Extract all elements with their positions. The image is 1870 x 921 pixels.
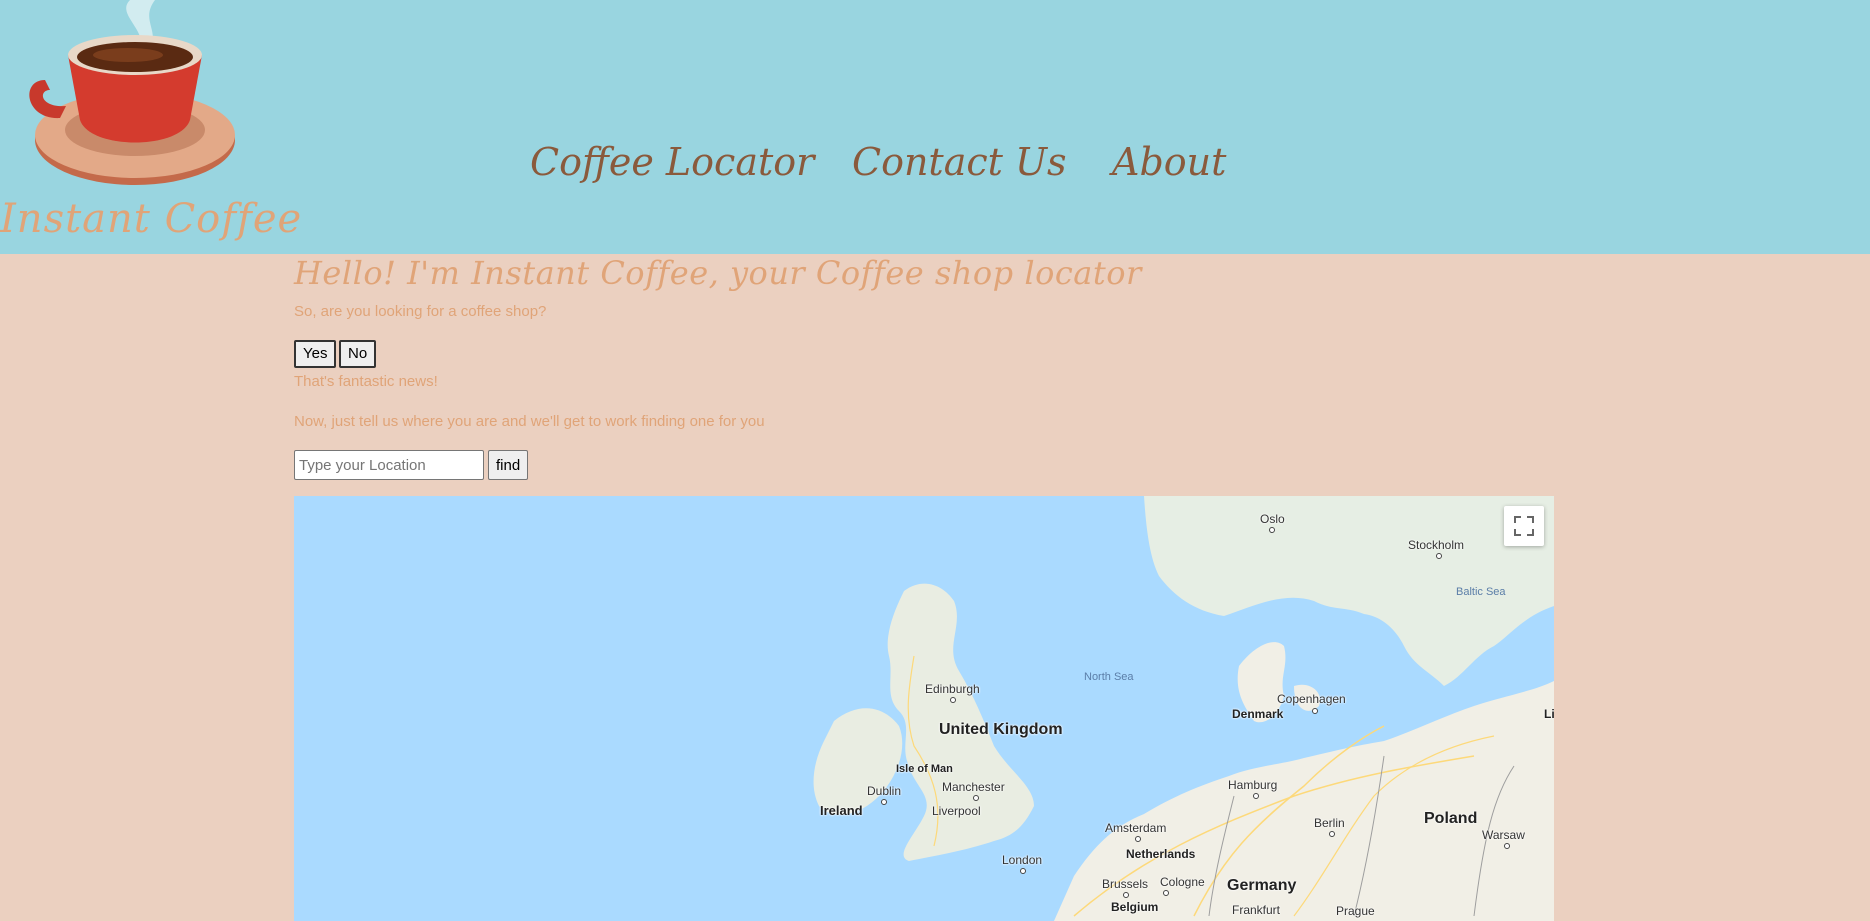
brand-name: Instant Coffee [0,196,303,242]
map-city-marker [950,697,956,703]
no-button[interactable]: No [339,340,377,368]
instruction-text: Now, just tell us where you are and we'l… [294,413,765,430]
map-city-label: Oslo [1260,512,1285,526]
map-city-label: Cologne [1160,875,1205,889]
map-view[interactable]: North Sea Baltic Sea United Kingdom Irel… [294,496,1554,921]
map-city-label: Hamburg [1228,778,1278,792]
map-city-marker [1312,708,1318,714]
map-city-marker [1329,831,1335,837]
map-city-label: Amsterdam [1105,821,1167,835]
map-city-marker [1253,793,1259,799]
map-city-label: Stockholm [1408,538,1465,552]
map-city-label: Prague [1336,904,1375,918]
fullscreen-button[interactable] [1504,506,1544,546]
map-city-marker [1504,843,1510,849]
page-title: Hello! I'm Instant Coffee, your Coffee s… [294,254,1142,292]
map-country-label: Poland [1424,810,1478,827]
nav-coffee-locator[interactable]: Coffee Locator [530,140,814,184]
map-city-marker [973,795,979,801]
map-city-label: Berlin [1314,816,1345,830]
map-city-marker [1020,868,1026,874]
map-sea-label: Baltic Sea [1456,586,1506,598]
map-sea-label: North Sea [1084,671,1134,683]
response-text: That's fantastic news! [294,373,438,390]
map-country-label: Germany [1227,877,1297,894]
map-country-label: Belgium [1111,900,1159,914]
site-header: Instant Coffee Coffee Locator Contact Us… [0,0,1870,254]
nav-about[interactable]: About [1112,140,1226,184]
map-city-label: Copenhagen [1277,692,1346,706]
location-input[interactable] [294,450,484,480]
map-city-label: Manchester [942,780,1005,794]
map-city-label: Warsaw [1482,828,1525,842]
map-city-label: Frankfurt [1232,903,1281,917]
map-city-label: Brussels [1102,877,1149,891]
fullscreen-icon [1514,516,1534,536]
map-city-label: Edinburgh [925,682,980,696]
logo[interactable]: Instant Coffee [0,0,301,254]
map-land [813,496,1554,921]
map-city-label: London [1002,853,1043,867]
map-city-marker [881,799,887,805]
map-city-marker [1163,890,1169,896]
map-country-label: Denmark [1232,707,1284,721]
coffee-cup-icon [29,0,235,185]
question-text: So, are you looking for a coffee shop? [294,303,547,320]
map-country-label: Netherlands [1126,847,1196,861]
map-city-marker [1123,892,1129,898]
find-button[interactable]: find [488,450,529,480]
map-country-label: United Kingdom [939,721,1063,738]
map-city-marker [1135,836,1141,842]
map-country-label: Ireland [820,803,863,818]
map-city-label: Isle of Man [896,763,953,775]
map-city-marker [1269,527,1275,533]
map-city-marker [1436,553,1442,559]
map-city-label: Liverpool [932,804,981,818]
map-city-label: Li [1544,707,1554,721]
yes-button[interactable]: Yes [294,340,337,368]
nav-contact-us[interactable]: Contact Us [852,140,1067,184]
map-city-label: Dublin [867,784,902,798]
